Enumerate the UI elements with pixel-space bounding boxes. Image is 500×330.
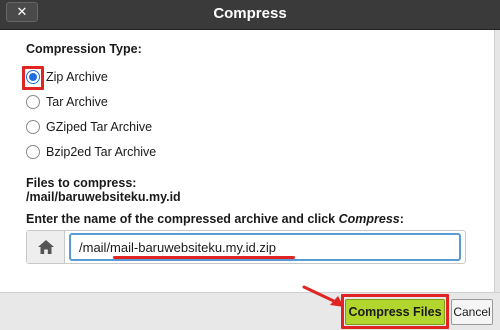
files-to-compress-label: Files to compress: — [26, 176, 137, 190]
dialog-titlebar: ✕ Compress — [0, 0, 500, 30]
scrollbar[interactable] — [494, 30, 500, 292]
compression-type-label: Compression Type: — [26, 42, 142, 56]
archive-name-label: Enter the name of the compressed archive… — [26, 212, 404, 226]
compress-files-button[interactable]: Compress Files — [345, 299, 445, 325]
dialog-body: Compression Type: Zip Archive Tar Archiv… — [0, 30, 494, 292]
radio-label-tar: Tar Archive — [46, 95, 108, 109]
cancel-button[interactable]: Cancel — [451, 299, 493, 325]
radio-label-gzip: GZiped Tar Archive — [46, 120, 153, 134]
arrow-annotation-icon — [302, 285, 344, 307]
radio-button-tar[interactable] — [26, 95, 40, 109]
dialog-footer: Compress Files Cancel — [0, 292, 500, 330]
radio-button-bzip2[interactable] — [26, 145, 40, 159]
radio-label-zip: Zip Archive — [46, 70, 108, 84]
radio-button-gzip[interactable] — [26, 120, 40, 134]
files-path: /mail/baruwebsiteku.my.id — [26, 190, 181, 204]
home-icon — [27, 231, 65, 263]
radio-label-bzip2: Bzip2ed Tar Archive — [46, 145, 157, 159]
radio-option-gzip[interactable]: GZiped Tar Archive — [26, 118, 152, 136]
radio-option-bzip2[interactable]: Bzip2ed Tar Archive — [26, 143, 156, 161]
filename-underline-annotation — [113, 256, 295, 259]
dialog-title: Compress — [213, 5, 287, 22]
radio-option-tar[interactable]: Tar Archive — [26, 93, 108, 111]
zip-highlight-box — [22, 66, 44, 90]
